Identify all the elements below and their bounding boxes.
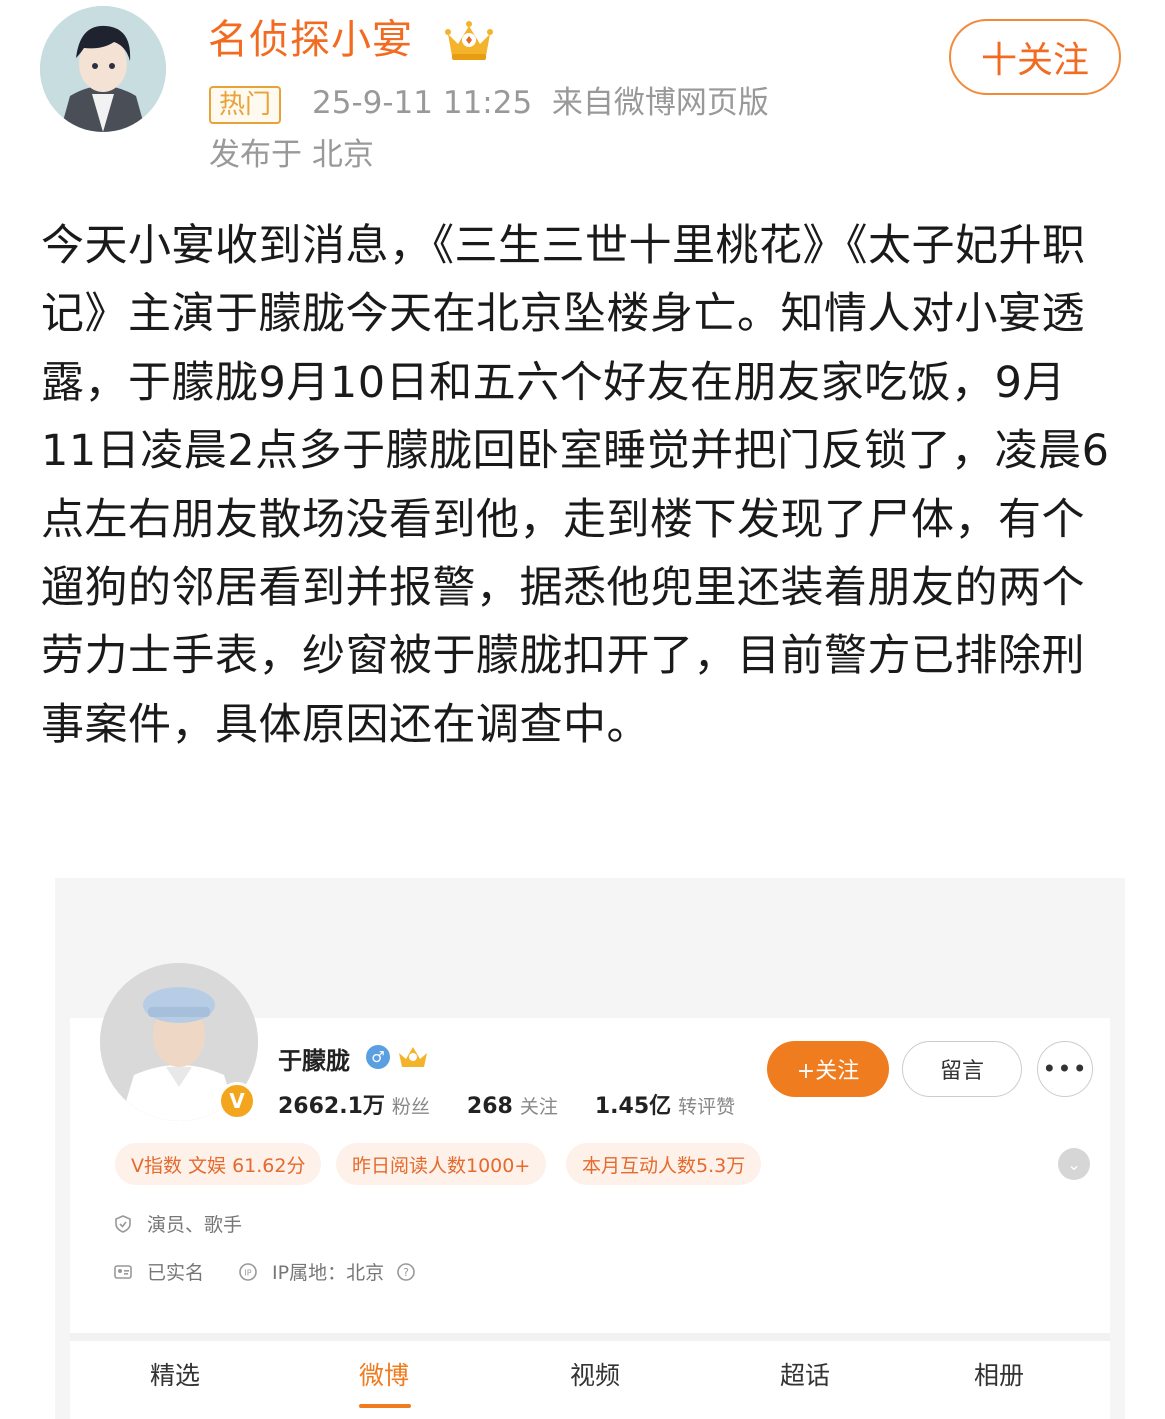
verified-v-badge: V [218,1082,256,1120]
tab-video[interactable]: 视频 [570,1356,620,1392]
crown-icon [395,1043,431,1071]
tab-weibo[interactable]: 微博 [359,1356,409,1392]
ip-location-text: IP属地：北京 [272,1262,385,1284]
active-tab-indicator [359,1404,411,1408]
id-card-icon [113,1262,133,1282]
crown-icon [440,18,498,64]
male-gender-icon: ♂ [366,1045,390,1069]
likes-label: 转评赞 [678,1096,736,1118]
profile-stats: 2662.1万 粉丝 268 关注 1.45亿 转评赞 [278,1088,765,1120]
ip-icon: IP [238,1262,258,1282]
tag-monthly-interactions[interactable]: 本月互动人数5.3万 [566,1143,762,1185]
chevron-down-icon[interactable]: ⌄ [1058,1148,1090,1180]
tabs-divider [70,1333,1110,1341]
tab-super-topic[interactable]: 超话 [780,1356,830,1392]
occupation-row: 演员、歌手 [113,1210,242,1237]
hot-badge: 热门 [209,86,282,124]
message-button[interactable]: 留言 [902,1041,1022,1097]
profile-follow-button[interactable]: +关注 [767,1041,889,1097]
help-icon[interactable]: ? [396,1262,416,1282]
likes-count: 1.45亿 [594,1094,672,1119]
tag-v-index[interactable]: V指数 文娱 61.62分 [115,1143,322,1185]
post-location: 发布于 北京 [209,137,374,173]
shield-icon [113,1214,133,1234]
following-label: 关注 [519,1096,558,1118]
following-count: 268 [466,1094,513,1119]
more-options-button[interactable]: ••• [1037,1041,1093,1097]
followers-count: 2662.1万 [278,1094,385,1119]
occupation-text: 演员、歌手 [147,1214,243,1236]
verification-row: 已实名 IP IP属地：北京 ? [113,1258,430,1285]
verified-text: 已实名 [147,1262,205,1284]
svg-text:?: ? [403,1266,409,1279]
profile-name: 于朦胧 [278,1047,350,1075]
follow-button[interactable]: 十关注 [949,19,1121,95]
tag-daily-readers[interactable]: 昨日阅读人数1000+ [336,1143,547,1185]
post-timestamp-source: 25-9-11 11:25 来自微博网页版 [312,85,769,121]
author-name[interactable]: 名侦探小宴 [208,12,413,68]
tab-album[interactable]: 相册 [974,1356,1024,1392]
post-body: 今天小宴收到消息，《三生三世十里桃花》《太子妃升职记》主演于朦胧今天在北京坠楼身… [41,221,1110,750]
followers-label: 粉丝 [391,1096,430,1118]
author-avatar[interactable] [40,6,166,132]
svg-text:IP: IP [244,1268,251,1277]
tab-featured[interactable]: 精选 [150,1356,200,1392]
embedded-profile-screenshot: V 于朦胧 ♂ 2662.1万 粉丝 268 关注 1.45亿 转评赞 +关注 … [55,878,1125,1419]
